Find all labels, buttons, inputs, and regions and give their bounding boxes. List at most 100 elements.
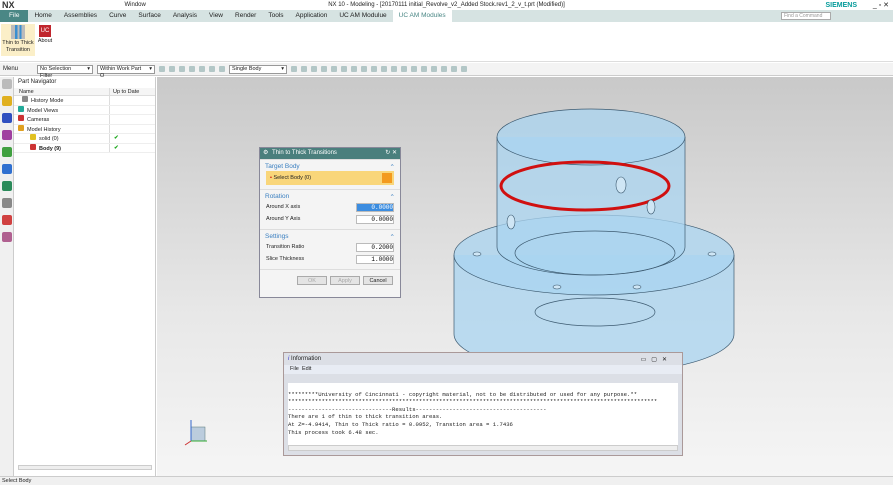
command-search-input[interactable]: Find a Command	[781, 12, 831, 20]
rotation-section[interactable]: Rotation ⌃	[260, 189, 400, 201]
part-navigator: Part Navigator Name Up to Date History M…	[14, 77, 156, 476]
transition-ratio-label: Transition Ratio	[266, 244, 305, 250]
toolbar-icon[interactable]	[291, 66, 297, 72]
settings-section[interactable]: Settings ⌃	[260, 229, 400, 241]
tab-render[interactable]: Render	[229, 10, 262, 22]
selection-filter-dropdown[interactable]: No Selection Filter ▾	[37, 64, 93, 79]
column-name[interactable]: Name	[14, 88, 110, 95]
navigator-columns: Name Up to Date	[14, 88, 155, 96]
assembly-navigator-icon[interactable]	[2, 96, 12, 106]
close-icon[interactable]: ✕	[392, 150, 397, 156]
toolbar-icon[interactable]	[401, 66, 407, 72]
tab-uc-am-modules[interactable]: UC AM Modules	[392, 10, 452, 22]
toolbar-icon[interactable]	[351, 66, 357, 72]
roles-icon[interactable]	[2, 215, 12, 225]
horizontal-scrollbar[interactable]	[288, 445, 678, 451]
navigator-row[interactable]: Model History	[14, 124, 155, 134]
tab-uc-am-modulue[interactable]: UC AM Modulue	[333, 10, 392, 22]
navigator-row[interactable]: solid (0) ✔	[14, 134, 155, 144]
column-up-to-date[interactable]: Up to Date	[110, 88, 139, 95]
tab-view[interactable]: View	[203, 10, 229, 22]
horizontal-scrollbar[interactable]	[18, 465, 152, 470]
scope-dropdown[interactable]: Within Work Part O ▾	[97, 64, 155, 79]
solid-body-icon	[382, 173, 392, 183]
part-navigator-icon[interactable]	[2, 130, 12, 140]
web-browser-icon[interactable]	[2, 164, 12, 174]
target-body-section[interactable]: Target Body ⌃	[260, 159, 400, 171]
selection-toolbar: Menu No Selection Filter ▾ Within Work Pa…	[0, 63, 893, 79]
collapse-icon[interactable]: ⌃	[390, 193, 395, 201]
navigator-row[interactable]: Model Views	[14, 105, 155, 115]
history-icon[interactable]	[2, 181, 12, 191]
toolbar-icon[interactable]	[331, 66, 337, 72]
collapse-icon[interactable]: ⌃	[390, 233, 395, 241]
toolbar-icon[interactable]	[441, 66, 447, 72]
siemens-logo: SIEMENS	[825, 1, 857, 9]
up-to-date-check	[110, 96, 114, 105]
menu-edit[interactable]: Edit	[302, 366, 311, 372]
menu-file[interactable]: File	[290, 366, 299, 372]
toolbar-icon[interactable]	[461, 66, 467, 72]
toolbar-icon[interactable]	[381, 66, 387, 72]
tab-curve[interactable]: Curve	[103, 10, 132, 22]
thin-to-thick-button[interactable]: Thin to Thick Transition	[1, 24, 35, 56]
toolbar-icon[interactable]	[159, 66, 165, 72]
toolbar-icon[interactable]	[189, 66, 195, 72]
select-body-field[interactable]: • Select Body (0)	[266, 171, 394, 185]
slice-thickness-input[interactable]	[356, 254, 394, 264]
toolbar-icon[interactable]	[301, 66, 307, 72]
tab-file[interactable]: File	[0, 10, 29, 22]
tab-tools[interactable]: Tools	[262, 10, 289, 22]
toolbar-icon[interactable]	[421, 66, 427, 72]
navigator-row[interactable]: History Mode	[14, 96, 155, 106]
up-to-date-check	[110, 115, 114, 124]
reuse-library-icon[interactable]	[2, 147, 12, 157]
apply-button[interactable]: Apply	[330, 276, 360, 285]
window-controls[interactable]: ▭▢✕	[641, 354, 672, 366]
navigator-row[interactable]: Body (9) ✔	[14, 143, 155, 153]
toolbar-icon[interactable]	[451, 66, 457, 72]
menu-button[interactable]: Menu	[3, 66, 33, 72]
collapse-icon[interactable]: ⌃	[390, 163, 395, 171]
toolbar-icon[interactable]	[431, 66, 437, 72]
toolbar-icon[interactable]	[179, 66, 185, 72]
clock-icon[interactable]	[2, 198, 12, 208]
tab-surface[interactable]: Surface	[132, 10, 166, 22]
info-icon: i	[288, 356, 290, 362]
constraint-navigator-icon[interactable]	[2, 113, 12, 123]
ok-button[interactable]: OK	[297, 276, 327, 285]
body-type-dropdown[interactable]: Single Body ▾	[229, 64, 287, 74]
palette-icon[interactable]	[2, 232, 12, 242]
tab-assemblies[interactable]: Assemblies	[58, 10, 103, 22]
toolbar-icon[interactable]	[361, 66, 367, 72]
about-button[interactable]: UC About	[37, 24, 53, 45]
around-x-input[interactable]	[356, 202, 394, 212]
transition-ratio-input[interactable]	[356, 242, 394, 252]
node-icon	[18, 105, 24, 112]
reset-icon[interactable]: ↻	[385, 150, 390, 156]
toolbar-icon[interactable]	[321, 66, 327, 72]
node-icon	[18, 124, 24, 131]
around-x-label: Around X axis	[266, 204, 301, 210]
gear-icon[interactable]	[2, 79, 12, 89]
window-controls[interactable]: _ ▫ ✕	[873, 1, 889, 9]
thin-to-thick-icon	[11, 25, 25, 39]
toolbar-icon[interactable]	[391, 66, 397, 72]
toolbar-icon[interactable]	[311, 66, 317, 72]
toolbar-icon[interactable]	[209, 66, 215, 72]
toolbar-icon[interactable]	[199, 66, 205, 72]
tab-home[interactable]: Home	[28, 10, 57, 22]
navigator-row[interactable]: Cameras	[14, 115, 155, 125]
up-to-date-check	[110, 125, 114, 134]
toolbar-icon[interactable]	[341, 66, 347, 72]
window-title: NX 10 - Modeling - [20170111 initial_Rev…	[328, 2, 565, 8]
toolbar-icon[interactable]	[371, 66, 377, 72]
ribbon: Thin to Thick Transition UC About	[0, 22, 893, 62]
around-y-input[interactable]	[356, 214, 394, 224]
toolbar-icon[interactable]	[219, 66, 225, 72]
toolbar-icon[interactable]	[169, 66, 175, 72]
cancel-button[interactable]: Cancel	[363, 276, 393, 285]
tab-analysis[interactable]: Analysis	[167, 10, 203, 22]
toolbar-icon[interactable]	[411, 66, 417, 72]
tab-application[interactable]: Application	[290, 10, 334, 22]
